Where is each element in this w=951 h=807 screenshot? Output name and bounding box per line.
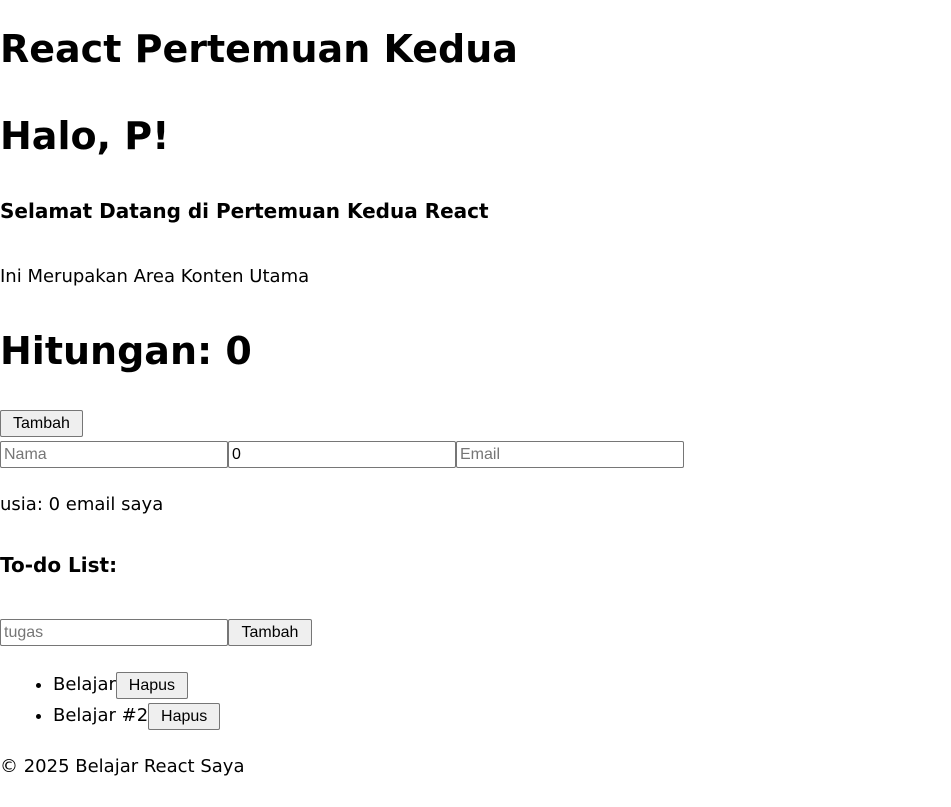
- todo-item-text: Belajar #2: [53, 705, 149, 726]
- greeting-heading: Halo, P!: [0, 114, 170, 158]
- welcome-heading: Selamat Datang di Pertemuan Kedua React: [0, 199, 489, 223]
- name-input[interactable]: [0, 441, 228, 468]
- counter-add-button[interactable]: Tambah: [0, 410, 83, 437]
- email-input[interactable]: [456, 441, 684, 468]
- age-input[interactable]: [228, 441, 456, 468]
- content-text: Ini Merupakan Area Konten Utama: [0, 266, 310, 287]
- delete-task-button[interactable]: Hapus: [148, 702, 221, 730]
- task-input[interactable]: [0, 619, 228, 646]
- todo-list: BelajarHapus Belajar #2Hapus: [0, 669, 221, 731]
- todo-heading: To-do List:: [0, 553, 118, 577]
- profile-summary: usia: 0 email saya: [0, 494, 164, 515]
- page-title: React Pertemuan Kedua: [0, 27, 518, 71]
- counter-heading: Hitungan: 0: [0, 329, 252, 373]
- footer-text: © 2025 Belajar React Saya: [0, 756, 245, 777]
- todo-item: BelajarHapus: [53, 669, 220, 700]
- add-task-button[interactable]: Tambah: [228, 619, 312, 646]
- todo-item: Belajar #2Hapus: [53, 700, 221, 731]
- delete-task-button[interactable]: Hapus: [115, 671, 188, 699]
- todo-item-text: Belajar: [53, 674, 116, 695]
